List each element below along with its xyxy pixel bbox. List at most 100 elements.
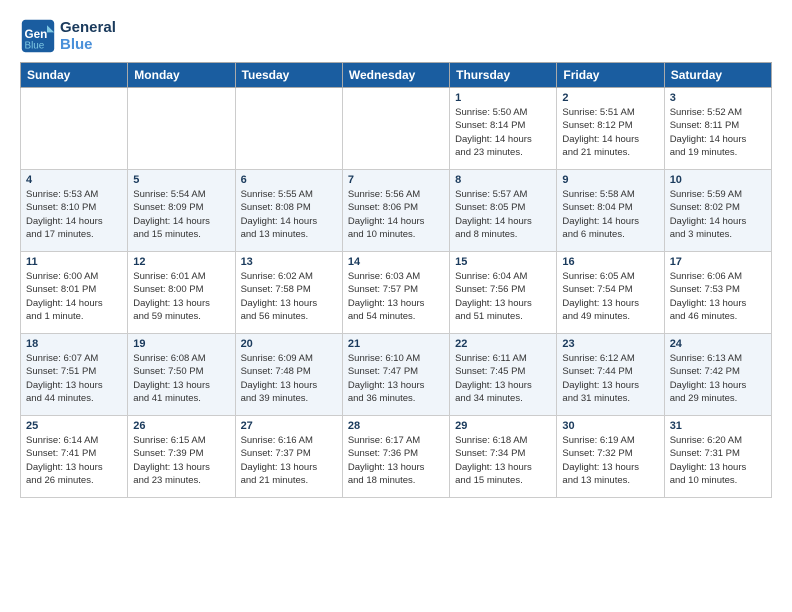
day-number: 20 — [241, 338, 337, 350]
day-info: Sunrise: 5:58 AM Sunset: 8:04 PM Dayligh… — [562, 188, 658, 241]
svg-text:Gen: Gen — [25, 28, 48, 41]
calendar-cell: 3 Sunrise: 5:52 AM Sunset: 8:11 PM Daylig… — [664, 88, 771, 170]
calendar-cell: 22Sunrise: 6:11 AM Sunset: 7:45 PM Dayli… — [450, 334, 557, 416]
day-info: Sunrise: 6:03 AM Sunset: 7:57 PM Dayligh… — [348, 270, 444, 323]
day-number: 10 — [670, 174, 766, 186]
day-number: 13 — [241, 256, 337, 268]
day-info: Sunrise: 6:08 AM Sunset: 7:50 PM Dayligh… — [133, 352, 229, 405]
calendar-week-1: 1 Sunrise: 5:50 AM Sunset: 8:14 PM Daylig… — [21, 88, 772, 170]
calendar-cell: 23Sunrise: 6:12 AM Sunset: 7:44 PM Dayli… — [557, 334, 664, 416]
calendar-cell: 4 Sunrise: 5:53 AM Sunset: 8:10 PM Daylig… — [21, 170, 128, 252]
calendar-cell: 29 Sunrise: 6:18 AM Sunset: 7:34 PM Dayli… — [450, 416, 557, 498]
calendar-week-3: 11Sunrise: 6:00 AM Sunset: 8:01 PM Dayli… — [21, 252, 772, 334]
calendar-week-4: 18Sunrise: 6:07 AM Sunset: 7:51 PM Dayli… — [21, 334, 772, 416]
calendar-cell: 15Sunrise: 6:04 AM Sunset: 7:56 PM Dayli… — [450, 252, 557, 334]
calendar-cell — [235, 88, 342, 170]
day-info: Sunrise: 6:13 AM Sunset: 7:42 PM Dayligh… — [670, 352, 766, 405]
day-info: Sunrise: 5:50 AM Sunset: 8:14 PM Dayligh… — [455, 106, 551, 159]
header: Gen Blue General Blue — [20, 18, 772, 54]
weekday-header-tuesday: Tuesday — [235, 63, 342, 88]
calendar-cell: 13 Sunrise: 6:02 AM Sunset: 7:58 PM Dayli… — [235, 252, 342, 334]
weekday-header-monday: Monday — [128, 63, 235, 88]
day-info: Sunrise: 5:56 AM Sunset: 8:06 PM Dayligh… — [348, 188, 444, 241]
day-number: 4 — [26, 174, 122, 186]
day-info: Sunrise: 6:18 AM Sunset: 7:34 PM Dayligh… — [455, 434, 551, 487]
weekday-header-sunday: Sunday — [21, 63, 128, 88]
calendar-cell: 21 Sunrise: 6:10 AM Sunset: 7:47 PM Dayli… — [342, 334, 449, 416]
day-number: 28 — [348, 420, 444, 432]
day-info: Sunrise: 6:11 AM Sunset: 7:45 PM Dayligh… — [455, 352, 551, 405]
day-info: Sunrise: 5:57 AM Sunset: 8:05 PM Dayligh… — [455, 188, 551, 241]
calendar-cell — [128, 88, 235, 170]
day-info: Sunrise: 6:02 AM Sunset: 7:58 PM Dayligh… — [241, 270, 337, 323]
weekday-header-wednesday: Wednesday — [342, 63, 449, 88]
day-info: Sunrise: 6:10 AM Sunset: 7:47 PM Dayligh… — [348, 352, 444, 405]
day-number: 26 — [133, 420, 229, 432]
day-number: 29 — [455, 420, 551, 432]
weekday-header-friday: Friday — [557, 63, 664, 88]
calendar-cell: 7 Sunrise: 5:56 AM Sunset: 8:06 PM Daylig… — [342, 170, 449, 252]
weekday-header-saturday: Saturday — [664, 63, 771, 88]
day-info: Sunrise: 5:54 AM Sunset: 8:09 PM Dayligh… — [133, 188, 229, 241]
calendar-cell: 5 Sunrise: 5:54 AM Sunset: 8:09 PM Daylig… — [128, 170, 235, 252]
calendar-cell — [342, 88, 449, 170]
day-number: 30 — [562, 420, 658, 432]
day-number: 1 — [455, 92, 551, 104]
day-number: 7 — [348, 174, 444, 186]
calendar-cell: 8Sunrise: 5:57 AM Sunset: 8:05 PM Daylig… — [450, 170, 557, 252]
day-info: Sunrise: 5:51 AM Sunset: 8:12 PM Dayligh… — [562, 106, 658, 159]
day-info: Sunrise: 5:52 AM Sunset: 8:11 PM Dayligh… — [670, 106, 766, 159]
day-number: 27 — [241, 420, 337, 432]
calendar-cell: 1 Sunrise: 5:50 AM Sunset: 8:14 PM Daylig… — [450, 88, 557, 170]
calendar-cell: 20 Sunrise: 6:09 AM Sunset: 7:48 PM Dayli… — [235, 334, 342, 416]
logo-icon: Gen Blue — [20, 18, 56, 54]
day-info: Sunrise: 6:00 AM Sunset: 8:01 PM Dayligh… — [26, 270, 122, 323]
day-number: 16 — [562, 256, 658, 268]
calendar-cell: 27 Sunrise: 6:16 AM Sunset: 7:37 PM Dayli… — [235, 416, 342, 498]
calendar-cell: 26 Sunrise: 6:15 AM Sunset: 7:39 PM Dayli… — [128, 416, 235, 498]
day-number: 5 — [133, 174, 229, 186]
day-info: Sunrise: 6:14 AM Sunset: 7:41 PM Dayligh… — [26, 434, 122, 487]
calendar-cell: 10 Sunrise: 5:59 AM Sunset: 8:02 PM Dayli… — [664, 170, 771, 252]
day-number: 21 — [348, 338, 444, 350]
day-info: Sunrise: 6:15 AM Sunset: 7:39 PM Dayligh… — [133, 434, 229, 487]
day-info: Sunrise: 6:19 AM Sunset: 7:32 PM Dayligh… — [562, 434, 658, 487]
logo: Gen Blue General Blue — [20, 18, 116, 54]
logo-general: General — [60, 19, 116, 36]
calendar-week-2: 4 Sunrise: 5:53 AM Sunset: 8:10 PM Daylig… — [21, 170, 772, 252]
svg-text:Blue: Blue — [25, 41, 45, 52]
day-info: Sunrise: 6:01 AM Sunset: 8:00 PM Dayligh… — [133, 270, 229, 323]
calendar-cell: 9 Sunrise: 5:58 AM Sunset: 8:04 PM Daylig… — [557, 170, 664, 252]
calendar-cell: 2 Sunrise: 5:51 AM Sunset: 8:12 PM Daylig… — [557, 88, 664, 170]
day-number: 9 — [562, 174, 658, 186]
calendar-cell: 28 Sunrise: 6:17 AM Sunset: 7:36 PM Dayli… — [342, 416, 449, 498]
calendar-cell: 30 Sunrise: 6:19 AM Sunset: 7:32 PM Dayli… — [557, 416, 664, 498]
day-info: Sunrise: 6:07 AM Sunset: 7:51 PM Dayligh… — [26, 352, 122, 405]
calendar-cell: 31Sunrise: 6:20 AM Sunset: 7:31 PM Dayli… — [664, 416, 771, 498]
day-info: Sunrise: 5:55 AM Sunset: 8:08 PM Dayligh… — [241, 188, 337, 241]
day-info: Sunrise: 6:09 AM Sunset: 7:48 PM Dayligh… — [241, 352, 337, 405]
day-info: Sunrise: 5:53 AM Sunset: 8:10 PM Dayligh… — [26, 188, 122, 241]
calendar-table: SundayMondayTuesdayWednesdayThursdayFrid… — [20, 62, 772, 498]
day-number: 2 — [562, 92, 658, 104]
calendar-cell: 18Sunrise: 6:07 AM Sunset: 7:51 PM Dayli… — [21, 334, 128, 416]
day-info: Sunrise: 6:20 AM Sunset: 7:31 PM Dayligh… — [670, 434, 766, 487]
calendar-cell: 14 Sunrise: 6:03 AM Sunset: 7:57 PM Dayli… — [342, 252, 449, 334]
calendar-cell: 11Sunrise: 6:00 AM Sunset: 8:01 PM Dayli… — [21, 252, 128, 334]
day-number: 3 — [670, 92, 766, 104]
calendar-cell: 19 Sunrise: 6:08 AM Sunset: 7:50 PM Dayli… — [128, 334, 235, 416]
day-number: 19 — [133, 338, 229, 350]
day-info: Sunrise: 6:04 AM Sunset: 7:56 PM Dayligh… — [455, 270, 551, 323]
calendar-cell: 16Sunrise: 6:05 AM Sunset: 7:54 PM Dayli… — [557, 252, 664, 334]
calendar-cell: 17Sunrise: 6:06 AM Sunset: 7:53 PM Dayli… — [664, 252, 771, 334]
day-number: 12 — [133, 256, 229, 268]
calendar-cell: 25Sunrise: 6:14 AM Sunset: 7:41 PM Dayli… — [21, 416, 128, 498]
day-info: Sunrise: 6:12 AM Sunset: 7:44 PM Dayligh… — [562, 352, 658, 405]
day-number: 14 — [348, 256, 444, 268]
day-info: Sunrise: 6:16 AM Sunset: 7:37 PM Dayligh… — [241, 434, 337, 487]
day-info: Sunrise: 6:17 AM Sunset: 7:36 PM Dayligh… — [348, 434, 444, 487]
calendar-cell: 12 Sunrise: 6:01 AM Sunset: 8:00 PM Dayli… — [128, 252, 235, 334]
day-info: Sunrise: 5:59 AM Sunset: 8:02 PM Dayligh… — [670, 188, 766, 241]
weekday-header-row: SundayMondayTuesdayWednesdayThursdayFrid… — [21, 63, 772, 88]
page: Gen Blue General Blue SundayMondayTuesda… — [0, 0, 792, 508]
